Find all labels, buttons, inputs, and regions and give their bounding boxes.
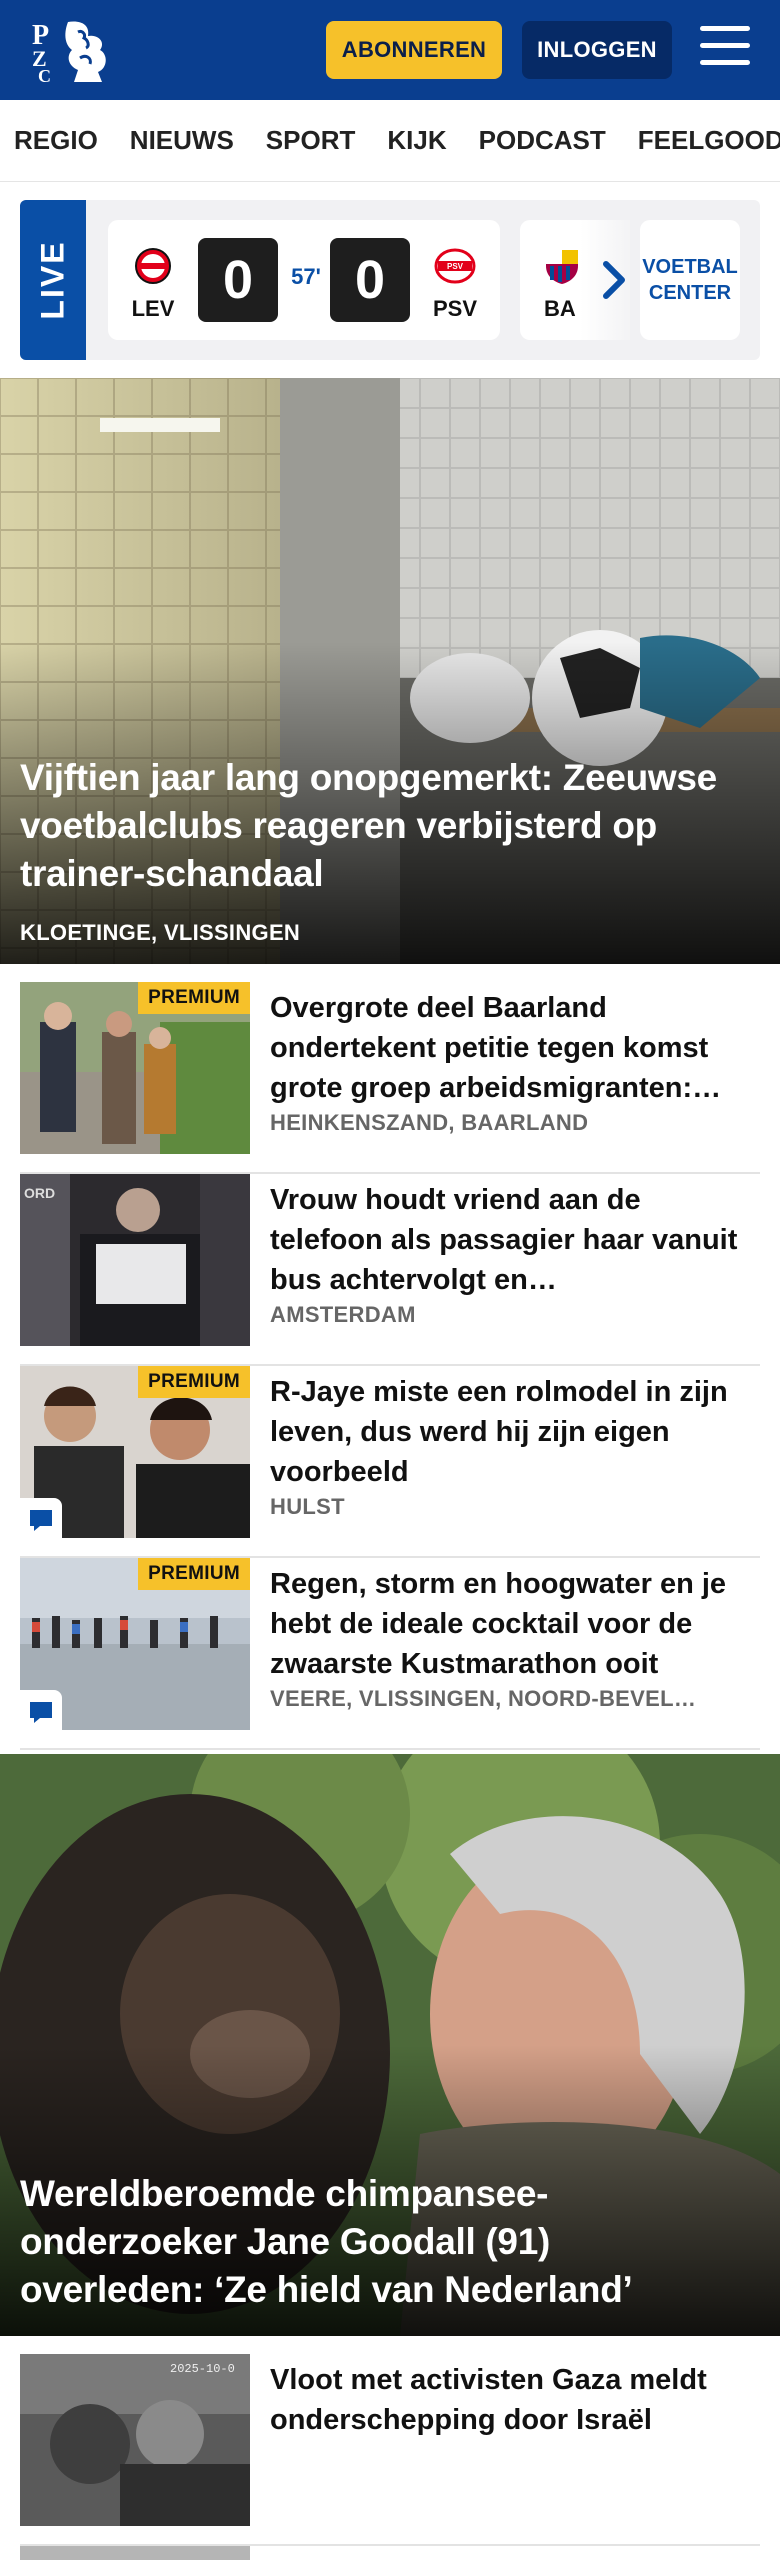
list-item[interactable] — [20, 2546, 760, 2560]
list-item[interactable]: PREMIUM Regen, storm en hoogwater en je … — [20, 1558, 760, 1750]
comment-badge — [20, 1690, 62, 1730]
match-minute: 57' — [291, 264, 321, 289]
hero-article[interactable]: Wereldberoemde chimpansee-onderzoeker Ja… — [0, 1754, 780, 2336]
leverkusen-crest-icon — [131, 246, 175, 286]
article-location: AMSTERDAM — [270, 1302, 416, 1327]
article-thumbnail: PREMIUM — [20, 1558, 250, 1730]
home-score: 0 — [198, 238, 278, 322]
chevron-right-icon[interactable] — [600, 258, 630, 302]
article-title[interactable]: Overgrote deel Baarland ondertekent peti… — [270, 988, 760, 1108]
article-title[interactable]: Vloot met activisten Gaza meldt ondersch… — [270, 2360, 760, 2440]
away-team: PSV PSV — [420, 246, 490, 322]
article-title[interactable]: Regen, storm en hoogwater en je hebt de … — [270, 1564, 760, 1684]
article-location: VEERE, VLISSINGEN, NOORD-BEVEL… — [270, 1686, 697, 1711]
hero-location: KLOETINGE, VLISSINGEN — [20, 920, 301, 945]
login-button[interactable]: INLOGGEN — [522, 21, 672, 79]
voetbal-center-button[interactable]: VOETBAL CENTER — [640, 220, 740, 340]
nav-item-regio[interactable]: REGIO — [14, 125, 98, 156]
article-thumbnail: PREMIUM — [20, 982, 250, 1154]
hero-title[interactable]: Vijftien jaar lang onopgemerkt: Zeeuwse … — [20, 754, 740, 898]
premium-badge: PREMIUM — [138, 1558, 250, 1590]
nav-item-kijk[interactable]: KIJK — [387, 125, 446, 156]
match-card[interactable]: LEV 0 57' 0 PSV PSV — [108, 220, 500, 340]
live-tab[interactable]: LIVE — [20, 200, 86, 360]
menu-icon[interactable] — [700, 26, 752, 72]
article-title[interactable]: R-Jaye miste een rolmodel in zijn leven,… — [270, 1372, 760, 1492]
premium-badge: PREMIUM — [138, 982, 250, 1014]
article-thumbnail: 2025-10-0 — [20, 2354, 250, 2526]
nav-item-feelgood[interactable]: FEELGOOD — [638, 125, 780, 156]
list-item[interactable]: 2025-10-0 Vloot met activisten Gaza meld… — [20, 2354, 760, 2546]
svg-text:PSV: PSV — [447, 262, 464, 271]
premium-badge: PREMIUM — [138, 1366, 250, 1398]
section-nav: REGIO NIEUWS SPORT KIJK PODCAST FEELGOOD — [0, 100, 780, 182]
next-team-abbr: BA — [544, 296, 576, 321]
article-thumbnail: PREMIUM — [20, 1366, 250, 1538]
barcelona-crest-icon — [540, 246, 584, 286]
nav-item-podcast[interactable]: PODCAST — [479, 125, 606, 156]
live-scores-bar: LIVE LEV 0 57' 0 PSV PSV BA VOETBAL CENT… — [20, 200, 760, 360]
article-location: HULST — [270, 1494, 345, 1519]
article-location: HEINKENSZAND, BAARLAND — [270, 1110, 589, 1135]
article-thumbnail: ORD — [20, 1174, 250, 1346]
svg-text:C: C — [38, 66, 51, 86]
away-team-abbr: PSV — [432, 296, 478, 321]
comment-badge — [20, 1498, 62, 1538]
list-item[interactable]: ORD Vrouw houdt vriend aan de telefoon a… — [20, 1174, 760, 1366]
hero-title[interactable]: Wereldberoemde chimpansee-onderzoeker Ja… — [20, 2170, 740, 2314]
pzc-logo[interactable]: P Z C — [28, 14, 114, 86]
nav-item-nieuws[interactable]: NIEUWS — [130, 125, 234, 156]
list-item[interactable]: PREMIUM Overgrote deel Baarland ondertek… — [20, 982, 760, 1174]
article-thumbnail — [20, 2546, 250, 2560]
comment-icon — [30, 1510, 52, 1531]
home-team-abbr: LEV — [131, 296, 175, 321]
svg-text:2025-10-0: 2025-10-0 — [170, 2362, 235, 2376]
comment-icon — [30, 1702, 52, 1723]
top-header: P Z C ABONNEREN INLOGGEN — [0, 0, 780, 100]
away-score: 0 — [330, 238, 410, 322]
live-label: LIVE — [34, 240, 71, 320]
article-title[interactable]: Vrouw houdt vriend aan de telefoon als p… — [270, 1180, 760, 1300]
list-item[interactable]: PREMIUM R-Jaye miste een rolmodel in zij… — [20, 1366, 760, 1558]
nav-item-sport[interactable]: SPORT — [266, 125, 356, 156]
home-team: LEV — [118, 246, 188, 322]
subscribe-button[interactable]: ABONNEREN — [326, 21, 502, 79]
svg-text:ORD: ORD — [24, 1185, 55, 1201]
psv-crest-icon: PSV — [433, 246, 477, 286]
hero-article[interactable]: Vijftien jaar lang onopgemerkt: Zeeuwse … — [0, 378, 780, 964]
